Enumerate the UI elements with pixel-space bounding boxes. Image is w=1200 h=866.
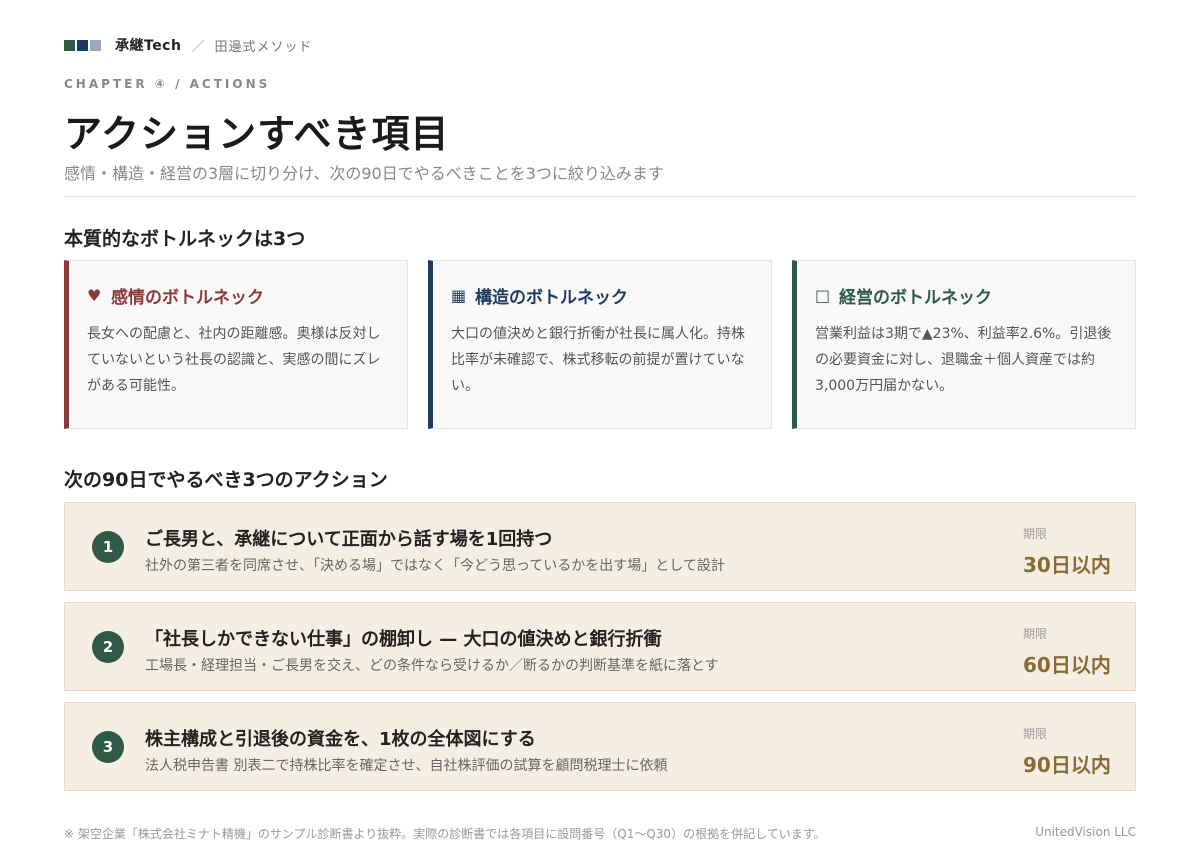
company-name: UnitedVision LLC [1035, 825, 1136, 839]
action-item-2: 2 「社長しかできない仕事」の棚卸し — 大口の値決めと銀行折衝 工場長・経理担… [64, 602, 1136, 691]
action-item-1: 1 ご長男と、承継について正面から話す場を1回持つ 社外の第三者を同席させ、「決… [64, 502, 1136, 591]
brand-method: 田邊式メソッド [214, 39, 313, 55]
brand-name: 承継Tech [115, 38, 182, 54]
action-title: 「社長しかできない仕事」の棚卸し — 大口の値決めと銀行折衝 [145, 629, 662, 650]
actions-section-title: 次の90日でやるべき3つのアクション [64, 469, 388, 491]
bottleneck-cards: ♥ 感情のボトルネック 長女への配慮と、社内の距離感。奥様は反対していないという… [64, 260, 1136, 429]
card-label: 感情のボトルネック [111, 288, 264, 308]
card-header: ♥ 感情のボトルネック [87, 283, 389, 308]
bottleneck-card-management: □ 経営のボトルネック 営業利益は3期で▲23%、利益率2.6%。引退後の必要資… [792, 260, 1136, 429]
action-description: 社外の第三者を同席させ、「決める場」ではなく「今どう思っているかを出す場」として… [145, 558, 725, 574]
brand-square-gray-icon [90, 39, 101, 51]
action-list: 1 ご長男と、承継について正面から話す場を1回持つ 社外の第三者を同席させ、「決… [64, 502, 1136, 802]
card-header: □ 経営のボトルネック [815, 283, 1117, 308]
card-header: ▦ 構造のボトルネック [451, 283, 753, 308]
brand-separator: ／ [191, 39, 205, 55]
square-icon: □ [815, 286, 831, 305]
action-item-3: 3 株主構成と引退後の資金を、1枚の全体図にする 法人税申告書 別表二で持株比率… [64, 702, 1136, 791]
card-label: 構造のボトルネック [475, 288, 628, 308]
page-title: アクションすべき項目 [64, 111, 450, 156]
action-title: 株主構成と引退後の資金を、1枚の全体図にする [145, 729, 536, 750]
divider [64, 196, 1136, 197]
deadline-value: 60日以内 [1023, 653, 1111, 677]
deadline-value: 90日以内 [1023, 753, 1111, 777]
brand-header: 承継Tech ／ 田邊式メソッド [64, 35, 312, 55]
chapter-label: CHAPTER ④ / ACTIONS [64, 77, 271, 91]
brand-square-navy-icon [77, 39, 88, 51]
deadline-label: 期限 [1023, 527, 1048, 541]
action-number-badge: 3 [92, 731, 124, 763]
card-body: 大口の値決めと銀行折衝が社長に属人化。持株比率が未確認で、株式移転の前提が置けて… [451, 326, 745, 394]
heart-icon: ♥ [87, 286, 102, 305]
deadline-label: 期限 [1023, 727, 1048, 741]
card-body: 長女への配慮と、社内の距離感。奥様は反対していないという社長の認識と、実感の間に… [87, 326, 381, 394]
action-number-badge: 2 [92, 631, 124, 663]
page-subtitle: 感情・構造・経営の3層に切り分け、次の90日でやるべきことを3つに絞り込みます [64, 164, 664, 183]
card-label: 経営のボトルネック [839, 288, 992, 308]
card-body: 営業利益は3期で▲23%、利益率2.6%。引退後の必要資金に対し、退職金＋個人資… [815, 326, 1112, 394]
bottleneck-card-structure: ▦ 構造のボトルネック 大口の値決めと銀行折衝が社長に属人化。持株比率が未確認で… [428, 260, 772, 429]
action-number-badge: 1 [92, 531, 124, 563]
action-description: 法人税申告書 別表二で持株比率を確定させ、自社株評価の試算を顧問税理士に依頼 [145, 758, 668, 774]
action-description: 工場長・経理担当・ご長男を交え、どの条件なら受けるか／断るかの判断基準を紙に落と… [145, 658, 719, 674]
grid-icon: ▦ [451, 286, 467, 305]
footnote: ※ 架空企業「株式会社ミナト精機」のサンプル診断書より抜粋。実際の診断書では各項… [64, 827, 826, 841]
brand-square-green-icon [64, 39, 75, 51]
bottleneck-card-emotion: ♥ 感情のボトルネック 長女への配慮と、社内の距離感。奥様は反対していないという… [64, 260, 408, 429]
action-title: ご長男と、承継について正面から話す場を1回持つ [145, 529, 553, 550]
deadline-value: 30日以内 [1023, 553, 1111, 577]
bottleneck-section-title: 本質的なボトルネックは3つ [64, 228, 306, 250]
deadline-label: 期限 [1023, 627, 1048, 641]
